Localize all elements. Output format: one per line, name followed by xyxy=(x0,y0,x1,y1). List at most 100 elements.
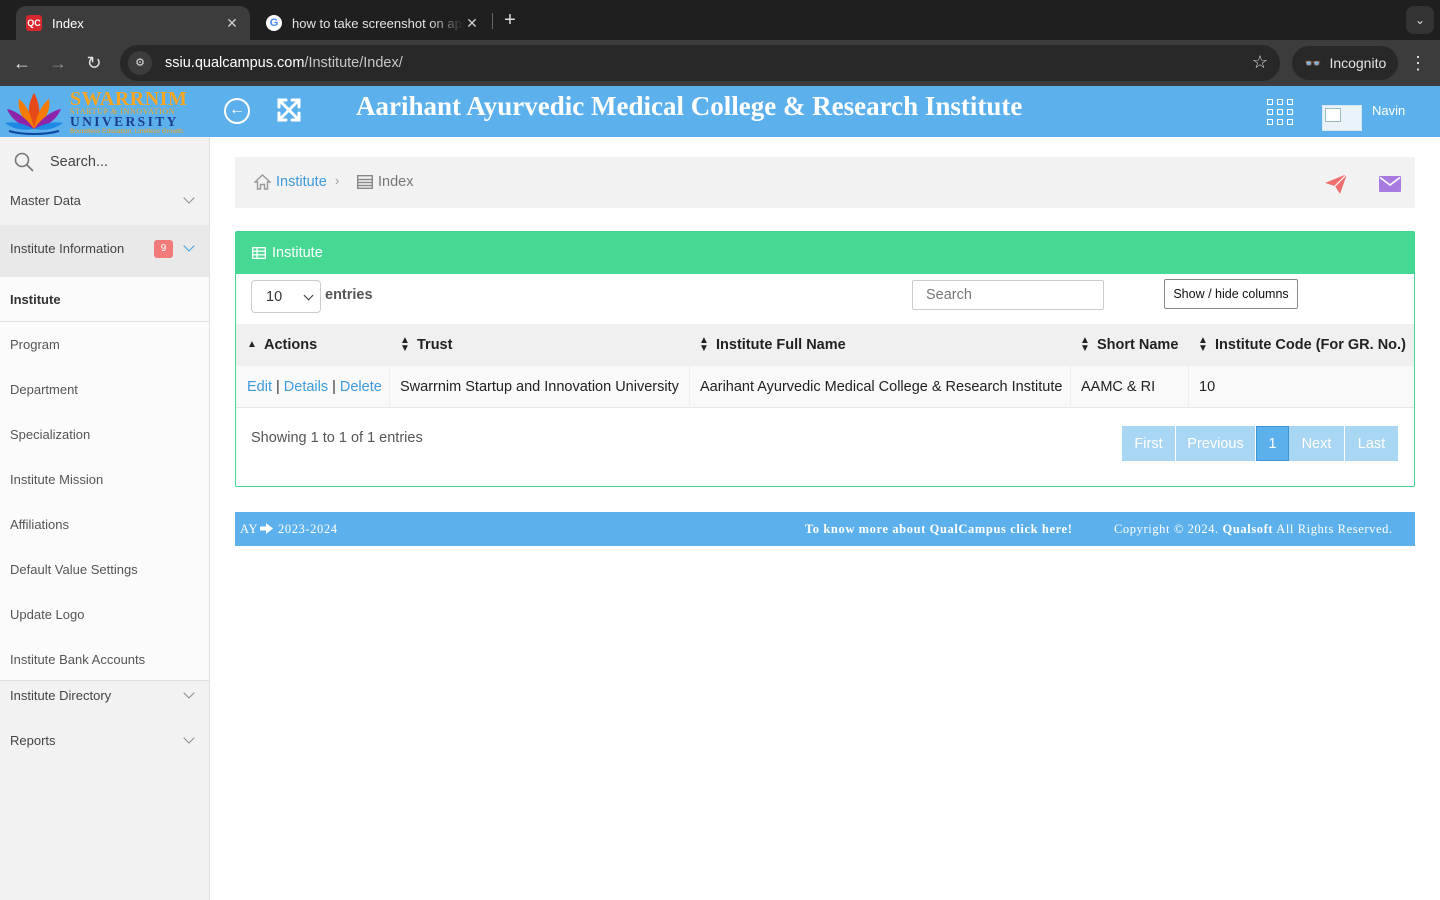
app-header: SWARRNIM STARTUP & INNOVATION UNIVERSITY… xyxy=(0,86,1440,137)
table-search-input[interactable] xyxy=(912,280,1104,310)
fullscreen-expand-icon[interactable] xyxy=(276,97,302,123)
page-1-button[interactable]: 1 xyxy=(1256,426,1289,461)
sidebar-item-label: Reports xyxy=(10,733,56,748)
logo-line-4: Boundless Education. Limitless Growth. xyxy=(70,128,185,135)
sidebar-search-input[interactable] xyxy=(50,154,190,170)
company-link[interactable]: Qualsoft xyxy=(1223,522,1274,536)
list-icon xyxy=(357,175,373,189)
user-avatar[interactable] xyxy=(1322,105,1362,131)
sidebar-item-specialization[interactable]: Specialization xyxy=(0,412,209,457)
entries-label: entries xyxy=(325,287,373,303)
sidebar-item-reports[interactable]: Reports xyxy=(0,718,209,763)
sidebar-item-institute-directory[interactable]: Institute Directory xyxy=(0,673,209,718)
breadcrumb: Institute › Index xyxy=(235,157,1415,208)
breadcrumb-current: Index xyxy=(378,174,414,190)
table-header: ▲ Actions ▲ ▼ Trust ▲ ▼ Institute Full Nam… xyxy=(236,324,1414,366)
academic-year-label: AY xyxy=(240,522,259,536)
column-header-institute-full-name[interactable]: ▲ ▼ Institute Full Name xyxy=(698,324,846,366)
delete-link[interactable]: Delete xyxy=(340,379,382,395)
site-info-icon[interactable]: ⚙ xyxy=(128,51,152,75)
column-header-institute-code[interactable]: ▲ ▼ Institute Code (For GR. No.) xyxy=(1197,324,1406,366)
pagination: First Previous 1 Next Last xyxy=(1122,426,1398,461)
mail-icon[interactable] xyxy=(1379,176,1401,192)
paper-plane-icon[interactable] xyxy=(1324,173,1348,195)
browser-menu-icon[interactable]: ⋮ xyxy=(1408,50,1428,76)
incognito-label: Incognito xyxy=(1329,55,1387,71)
tab-title: Index xyxy=(52,15,84,31)
sidebar-item-label: Institute Directory xyxy=(10,688,112,703)
address-bar[interactable]: ⚙ ssiu.qualcampus.com/Institute/Index/ ☆ xyxy=(120,45,1280,81)
url-text[interactable]: ssiu.qualcampus.com/Institute/Index/ xyxy=(165,55,403,71)
column-header-trust[interactable]: ▲ ▼ Trust xyxy=(399,324,452,366)
chevron-down-icon xyxy=(183,732,195,744)
first-page-button[interactable]: First xyxy=(1122,426,1176,461)
sidebar-item-department[interactable]: Department xyxy=(0,367,209,412)
sidebar-item-institute-information[interactable]: Institute Information 9 xyxy=(0,226,209,271)
sidebar-group-institute-information[interactable]: Institute Information 9 xyxy=(0,225,209,277)
logo-line-1: SWARRNIM xyxy=(70,88,188,110)
short-name-cell: AAMC & RI xyxy=(1071,366,1189,408)
apps-grid-icon[interactable] xyxy=(1267,99,1293,125)
sort-asc-icon: ▲ xyxy=(247,339,257,350)
show-hide-columns-button[interactable]: Show / hide columns xyxy=(1164,279,1298,309)
column-header-actions[interactable]: ▲ Actions xyxy=(246,324,317,366)
academic-year: 2023-2024 xyxy=(278,522,338,536)
browser-toolbar: ← → ↻ ⚙ ssiu.qualcampus.com/Institute/In… xyxy=(0,40,1440,86)
qualcampus-favicon-icon: QC xyxy=(26,15,42,31)
tab-search-chevron-icon[interactable]: ⌄ xyxy=(1406,6,1434,34)
user-name[interactable]: Navin xyxy=(1372,103,1405,118)
lotus-logo-icon xyxy=(5,93,63,135)
logo-line-3: UNIVERSITY xyxy=(70,114,179,129)
previous-page-button[interactable]: Previous xyxy=(1176,426,1256,461)
sidebar-item-program[interactable]: Program xyxy=(0,322,209,367)
sidebar-item-update-logo[interactable]: Update Logo xyxy=(0,592,209,637)
bookmark-star-icon[interactable]: ☆ xyxy=(1252,52,1268,73)
panel-title: Institute xyxy=(272,245,323,261)
edit-link[interactable]: Edit xyxy=(247,379,272,395)
sidebar-item-institute[interactable]: Institute xyxy=(0,277,209,322)
tab-title: how to take screenshot on apple xyxy=(292,15,464,31)
sidebar-item-default-value-settings[interactable]: Default Value Settings xyxy=(0,547,209,592)
sort-icon: ▲ ▼ xyxy=(1080,335,1090,354)
sidebar-item-institute-mission[interactable]: Institute Mission xyxy=(0,457,209,502)
browser-tab-index[interactable]: QC Index ✕ xyxy=(16,6,250,40)
trust-cell: Swarrnim Startup and Innovation Universi… xyxy=(390,366,690,408)
chevron-down-icon xyxy=(303,290,314,301)
sidebar-item-master-data[interactable]: Master Data xyxy=(0,178,209,223)
page-length-select[interactable]: 10 xyxy=(251,280,321,313)
chevron-down-icon xyxy=(183,240,195,252)
last-page-button[interactable]: Last xyxy=(1345,426,1398,461)
back-arrow-icon[interactable]: ← xyxy=(9,50,35,76)
sidebar-item-label: Institute Information xyxy=(10,241,125,256)
next-page-button[interactable]: Next xyxy=(1289,426,1345,461)
table-info: Showing 1 to 1 of 1 entries xyxy=(251,430,423,446)
incognito-indicator[interactable]: 👓 Incognito xyxy=(1292,46,1398,80)
breadcrumb-institute-link[interactable]: Institute xyxy=(276,174,327,190)
qualcampus-more-link[interactable]: To know more about QualCampus click here… xyxy=(805,522,1072,537)
browser-tab-google[interactable]: G how to take screenshot on apple ✕ xyxy=(256,6,490,40)
column-header-short-name[interactable]: ▲ ▼ Short Name xyxy=(1079,324,1178,366)
sort-icon: ▲ ▼ xyxy=(400,335,410,354)
reload-icon[interactable]: ↻ xyxy=(81,50,107,76)
sidebar-item-affiliations[interactable]: Affiliations xyxy=(0,502,209,547)
close-tab-icon[interactable]: ✕ xyxy=(464,15,480,32)
sidebar-item-label: Master Data xyxy=(10,193,81,208)
incognito-icon: 👓 xyxy=(1304,54,1322,71)
browser-tab-bar: QC Index ✕ G how to take screenshot on a… xyxy=(0,0,1440,40)
back-circle-icon[interactable]: ← xyxy=(224,98,250,124)
code-cell: 10 xyxy=(1199,379,1216,395)
sidebar: Master Data Institute Information 9 Inst… xyxy=(0,137,210,900)
new-tab-icon[interactable]: + xyxy=(499,8,521,32)
close-tab-icon[interactable]: ✕ xyxy=(224,15,240,32)
actions-cell: Edit | Details | Delete xyxy=(236,366,390,408)
university-logo[interactable]: SWARRNIM STARTUP & INNOVATION UNIVERSITY… xyxy=(0,86,210,137)
chevron-down-icon xyxy=(183,687,195,699)
institute-panel: Institute 10 entries Show / hide columns… xyxy=(235,231,1415,487)
forward-arrow-icon[interactable]: → xyxy=(45,50,71,76)
google-favicon-icon: G xyxy=(266,15,282,31)
tab-divider xyxy=(492,13,493,29)
details-link[interactable]: Details xyxy=(284,379,328,395)
full-name-cell: Aarihant Ayurvedic Medical College & Res… xyxy=(690,366,1071,408)
panel-header: Institute xyxy=(236,232,1414,274)
arrow-right-icon xyxy=(260,523,273,534)
